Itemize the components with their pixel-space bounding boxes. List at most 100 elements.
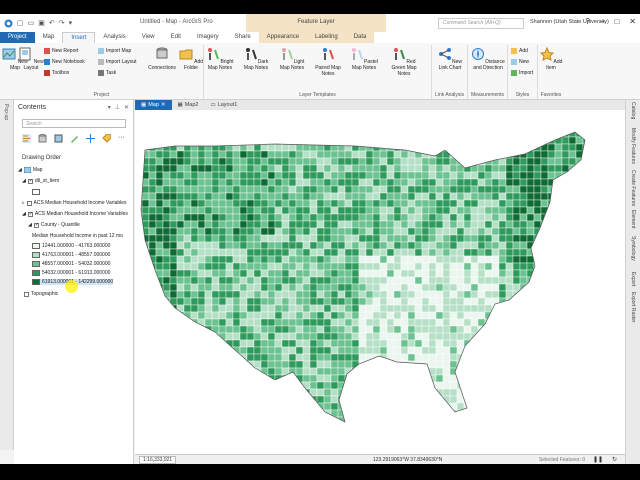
county-polygon[interactable] bbox=[260, 185, 269, 194]
county-polygon[interactable] bbox=[372, 332, 381, 341]
county-polygon[interactable] bbox=[197, 199, 206, 208]
county-polygon[interactable] bbox=[295, 136, 304, 145]
county-polygon[interactable] bbox=[302, 130, 311, 138]
county-polygon[interactable] bbox=[288, 304, 297, 313]
county-polygon[interactable] bbox=[505, 171, 514, 180]
county-polygon[interactable] bbox=[211, 206, 220, 215]
county-polygon[interactable] bbox=[554, 178, 563, 187]
county-polygon[interactable] bbox=[365, 241, 374, 250]
county-polygon[interactable] bbox=[288, 185, 297, 194]
county-polygon[interactable] bbox=[512, 318, 521, 327]
county-polygon[interactable] bbox=[484, 353, 493, 362]
county-polygon[interactable] bbox=[358, 388, 367, 397]
county-polygon[interactable] bbox=[253, 213, 262, 222]
county-polygon[interactable] bbox=[274, 178, 283, 187]
county-polygon[interactable] bbox=[547, 367, 556, 376]
county-polygon[interactable] bbox=[449, 346, 458, 355]
county-polygon[interactable] bbox=[337, 220, 346, 229]
county-polygon[interactable] bbox=[281, 220, 290, 229]
county-polygon[interactable] bbox=[435, 269, 444, 278]
county-polygon[interactable] bbox=[477, 381, 486, 390]
county-polygon[interactable] bbox=[274, 367, 283, 376]
county-polygon[interactable] bbox=[190, 297, 199, 306]
county-polygon[interactable] bbox=[176, 255, 185, 264]
county-polygon[interactable] bbox=[512, 157, 521, 166]
county-polygon[interactable] bbox=[253, 171, 262, 180]
county-polygon[interactable] bbox=[254, 424, 261, 431]
county-polygon[interactable] bbox=[414, 143, 423, 152]
county-polygon[interactable] bbox=[141, 269, 150, 278]
county-polygon[interactable] bbox=[274, 402, 283, 411]
county-polygon[interactable] bbox=[463, 325, 472, 334]
county-polygon[interactable] bbox=[183, 283, 192, 292]
county-polygon[interactable] bbox=[526, 227, 535, 236]
county-polygon[interactable] bbox=[519, 178, 528, 187]
catalog-pane-tab[interactable]: Catalog bbox=[630, 102, 636, 119]
county-polygon[interactable] bbox=[379, 381, 388, 390]
county-polygon[interactable] bbox=[568, 255, 577, 264]
county-polygon[interactable] bbox=[323, 248, 332, 257]
county-polygon[interactable] bbox=[435, 283, 444, 292]
county-polygon[interactable] bbox=[351, 248, 360, 257]
county-polygon[interactable] bbox=[239, 402, 248, 411]
county-polygon[interactable] bbox=[519, 297, 528, 306]
county-polygon[interactable] bbox=[141, 381, 150, 390]
county-polygon[interactable] bbox=[393, 206, 402, 215]
county-polygon[interactable] bbox=[330, 304, 339, 313]
county-polygon[interactable] bbox=[344, 402, 353, 411]
county-polygon[interactable] bbox=[561, 227, 570, 236]
county-polygon[interactable] bbox=[449, 402, 458, 411]
county-polygon[interactable] bbox=[470, 304, 479, 313]
county-polygon[interactable] bbox=[365, 227, 374, 236]
county-polygon[interactable] bbox=[309, 150, 318, 159]
county-polygon[interactable] bbox=[358, 353, 367, 362]
county-polygon[interactable] bbox=[407, 220, 416, 229]
county-polygon[interactable] bbox=[344, 164, 353, 173]
county-polygon[interactable] bbox=[232, 402, 241, 411]
county-polygon[interactable] bbox=[540, 409, 549, 418]
county-polygon[interactable] bbox=[162, 185, 171, 194]
county-polygon[interactable] bbox=[554, 143, 563, 152]
county-polygon[interactable] bbox=[190, 332, 199, 341]
county-polygon[interactable] bbox=[477, 311, 486, 320]
county-polygon[interactable] bbox=[407, 346, 416, 355]
county-polygon[interactable] bbox=[477, 304, 486, 313]
county-polygon[interactable] bbox=[239, 262, 248, 271]
county-polygon[interactable] bbox=[176, 150, 185, 159]
county-polygon[interactable] bbox=[477, 150, 486, 159]
county-polygon[interactable] bbox=[498, 402, 507, 411]
county-polygon[interactable] bbox=[302, 269, 311, 278]
county-polygon[interactable] bbox=[526, 213, 535, 222]
undo-icon[interactable]: ↶ bbox=[49, 19, 55, 27]
county-polygon[interactable] bbox=[456, 332, 465, 341]
county-polygon[interactable] bbox=[484, 402, 493, 411]
county-polygon[interactable] bbox=[148, 374, 157, 383]
county-polygon[interactable] bbox=[218, 220, 227, 229]
county-polygon[interactable] bbox=[135, 192, 143, 201]
county-polygon[interactable] bbox=[239, 395, 248, 404]
county-polygon[interactable] bbox=[442, 311, 451, 320]
county-polygon[interactable] bbox=[135, 136, 143, 145]
county-polygon[interactable] bbox=[344, 367, 353, 376]
toc-basemap-row[interactable]: Topographic bbox=[24, 291, 58, 297]
county-polygon[interactable] bbox=[176, 213, 185, 222]
county-polygon[interactable] bbox=[253, 381, 262, 390]
county-polygon[interactable] bbox=[225, 255, 234, 264]
county-polygon[interactable] bbox=[421, 164, 430, 173]
county-polygon[interactable] bbox=[471, 424, 478, 431]
county-polygon[interactable] bbox=[442, 255, 451, 264]
county-polygon[interactable] bbox=[351, 283, 360, 292]
county-polygon[interactable] bbox=[135, 325, 143, 334]
county-polygon[interactable] bbox=[197, 255, 206, 264]
county-polygon[interactable] bbox=[582, 276, 590, 285]
county-polygon[interactable] bbox=[575, 213, 584, 222]
county-polygon[interactable] bbox=[590, 130, 597, 137]
county-polygon[interactable] bbox=[169, 290, 178, 299]
county-polygon[interactable] bbox=[505, 409, 514, 418]
county-polygon[interactable] bbox=[393, 234, 402, 243]
template-red-green-map-notes[interactable]: Red Green Map Notes bbox=[386, 47, 422, 77]
county-polygon[interactable] bbox=[162, 283, 171, 292]
county-polygon[interactable] bbox=[519, 157, 528, 166]
county-polygon[interactable] bbox=[582, 311, 590, 320]
export-pane-tab[interactable]: Export bbox=[630, 272, 636, 286]
